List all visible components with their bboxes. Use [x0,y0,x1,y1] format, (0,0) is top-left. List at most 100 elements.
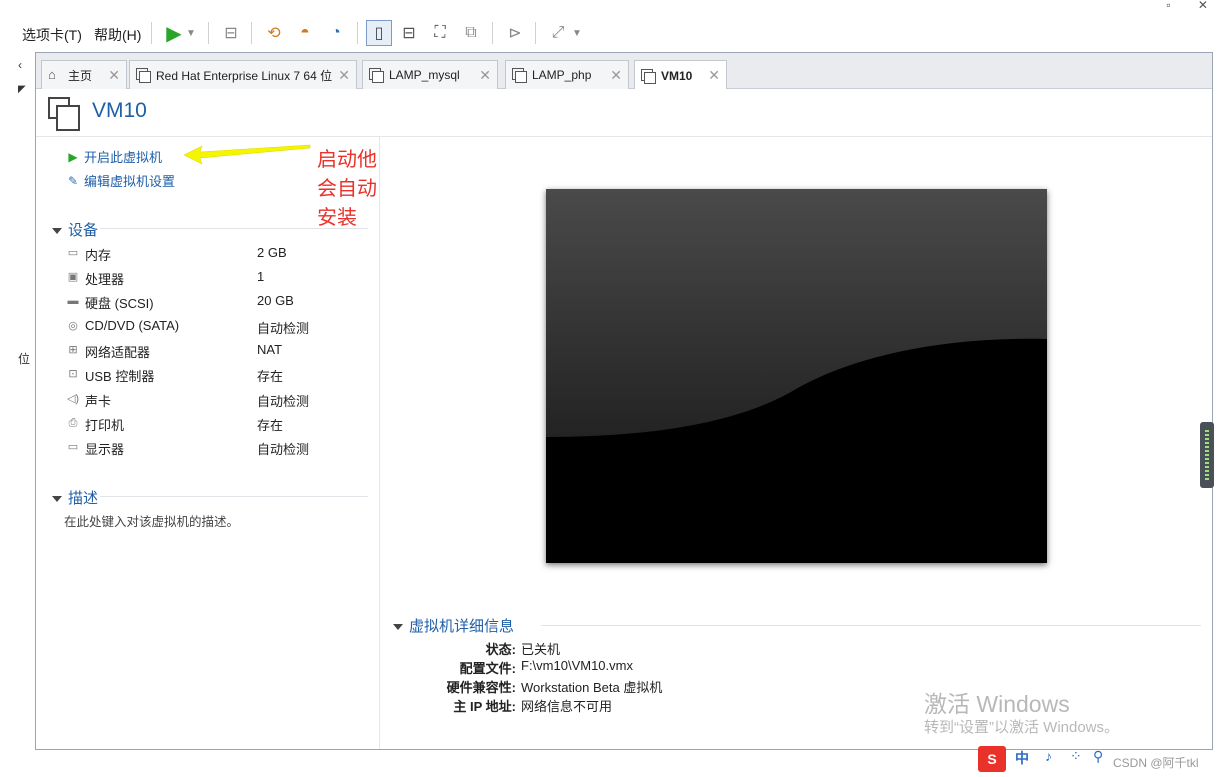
device-value: 自动检测 [257,442,310,457]
collapse-triangle-icon [52,228,62,235]
tab-lamp-php[interactable]: LAMP_php ✕ [505,60,629,89]
description-section-header[interactable]: 描述 [52,487,98,508]
ime-mode-indicator[interactable]: 中 [1015,748,1029,768]
detail-value: Workstation Beta 虚拟机 [521,680,663,695]
cdrom-icon: ◎ [68,320,78,332]
device-row-memory[interactable]: ▭ 内存 2 GB [64,244,364,264]
tab-label: VM10 [661,68,693,83]
vm-icon [641,68,656,84]
detail-row-hardware-compat: 硬件兼容性: Workstation Beta 虚拟机 [393,677,663,695]
left-pane: ▶ 开启此虚拟机 ✎ 编辑虚拟机设置 启动他会自动安装 设备 ▭ 内存 2 GB… [36,137,380,749]
console-icon[interactable]: ⊳ [502,20,528,46]
device-row-usb[interactable]: ⊡ USB 控制器 存在 [64,365,364,385]
device-row-cpu[interactable]: ▣ 处理器 1 [64,268,364,288]
microphone-icon[interactable]: ⚲ [1093,748,1103,765]
vm-details-section: 虚拟机详细信息 状态: 已关机 配置文件: F:\vm10\VM10.vmx 硬… [393,615,1203,714]
memory-icon: ▭ [67,247,79,259]
devices-section-header[interactable]: 设备 [52,219,98,240]
stretch-icon[interactable]: ⤢ [545,20,571,46]
close-icon[interactable]: ✕ [479,67,491,84]
detail-key: 硬件兼容性: [446,680,516,695]
menu-tabs[interactable]: 选项卡(T) [22,25,82,45]
left-edge-text: 位 [18,352,31,366]
snapshot-manager-icon[interactable]: ◔ [323,20,349,46]
monitor-icon: ▭ [67,441,79,453]
device-row-monitor[interactable]: ▭ 显示器 自动检测 [64,438,364,458]
home-icon: ⌂ [48,67,56,82]
device-name: 内存 [85,248,112,263]
section-divider [100,496,368,497]
toolbar-separator [535,22,536,44]
library-view-icon[interactable]: ▯ [366,20,392,46]
device-name: CD/DVD (SATA) [85,318,180,333]
device-row-cdrom[interactable]: ◎ CD/DVD (SATA) 自动检测 [64,317,364,337]
device-value: 1 [257,269,265,284]
device-value: 存在 [257,369,284,384]
toolbar-separator [208,22,209,44]
power-on-vm-link[interactable]: ▶ 开启此虚拟机 [66,147,162,166]
stretch-dropdown-chevron-icon[interactable]: ▼ [570,20,584,46]
tab-home[interactable]: ⌂ 主页 ✕ [41,60,127,89]
snapshot-icon[interactable]: ⟲ [261,20,287,46]
main-frame: ⌂ 主页 ✕ Red Hat Enterprise Linux 7 64 位 ✕… [35,52,1213,750]
menu-toolbar: 选项卡(T) 帮助(H) ▶ ▼ ⊟ ⟲ ◓ ◔ ▯ ⊟ ⛶ ⧉ ⊳ ⤢ ▼ [0,12,1230,52]
collapse-triangle-icon [393,624,403,631]
device-name: 打印机 [85,418,125,433]
device-value: 20 GB [257,293,294,308]
tab-label: 主页 [68,68,93,83]
play-icon: ▶ [68,149,78,164]
collapse-arrow-icon[interactable]: ‹ [18,58,22,72]
revert-snapshot-icon[interactable]: ◓ [292,20,318,46]
punctuation-icon[interactable]: ♪ [1045,748,1052,764]
device-row-harddisk[interactable]: ▬ 硬盘 (SCSI) 20 GB [64,292,364,312]
sound-icon: ◁) [66,393,80,405]
description-placeholder[interactable]: 在此处键入对该虚拟机的描述。 [64,511,239,530]
toolbar-separator [151,22,152,44]
device-row-sound[interactable]: ◁) 声卡 自动检测 [64,390,364,410]
device-row-network[interactable]: ⊞ 网络适配器 NAT [64,341,364,361]
edit-vm-settings-link[interactable]: ✎ 编辑虚拟机设置 [66,171,175,190]
unity-icon[interactable]: ⧉ [458,20,484,46]
device-value: NAT [257,342,283,357]
side-widget-handle[interactable] [1200,422,1214,488]
vm-running-icon [136,68,151,83]
device-row-printer[interactable]: ⎙ 打印机 存在 [64,414,364,434]
menu-help[interactable]: 帮助(H) [94,25,141,45]
network-icon: ⊞ [68,344,78,356]
device-value: 自动检测 [257,321,310,336]
send-ctrl-alt-del-icon[interactable]: ⊟ [218,20,244,46]
usb-icon: ⊡ [68,368,78,380]
play-icon: ▶ [166,22,182,45]
section-title: 虚拟机详细信息 [409,618,515,635]
detail-row-ip-address: 主 IP 地址: 网络信息不可用 [393,696,612,714]
vm-summary-page: VM10 ▶ 开启此虚拟机 ✎ 编辑虚拟机设置 启动他会自动安装 设备 ▭ 内存 [36,89,1212,749]
action-label: 编辑虚拟机设置 [84,174,176,189]
tab-label: LAMP_mysql [389,68,460,82]
annotation-text: 启动他会自动安装 [317,149,377,229]
close-icon[interactable]: ✕ [338,67,350,84]
detail-key: 状态: [485,642,516,657]
close-icon[interactable]: ✕ [108,67,120,84]
fullscreen-icon[interactable]: ⛶ [427,20,453,46]
tab-lamp-mysql[interactable]: LAMP_mysql ✕ [362,60,498,89]
toolbar-separator [251,22,252,44]
section-divider [541,625,1201,626]
detail-value: F:\vm10\VM10.vmx [521,658,633,673]
tab-redhat[interactable]: Red Hat Enterprise Linux 7 64 位 ✕ [129,60,357,89]
close-icon[interactable]: ✕ [610,67,622,84]
window-controls[interactable]: ▫ ✕ [1166,0,1220,11]
power-dropdown-chevron-icon[interactable]: ▼ [184,20,198,46]
expand-triangle-icon[interactable]: ◤ [18,84,26,95]
sogou-ime-icon[interactable]: S [978,746,1006,772]
collapse-triangle-icon [52,496,62,503]
right-pane: 虚拟机详细信息 状态: 已关机 配置文件: F:\vm10\VM10.vmx 硬… [381,137,1213,749]
emoji-icon[interactable]: ⁘ [1070,748,1082,765]
detail-row-config-file: 配置文件: F:\vm10\VM10.vmx [393,658,633,676]
thumbnail-bar-icon[interactable]: ⊟ [396,20,422,46]
device-name: 显示器 [85,442,125,457]
tab-vm10[interactable]: VM10 ✕ [634,60,727,90]
close-icon[interactable]: ✕ [708,67,720,84]
tab-label: LAMP_php [532,68,592,82]
vm-screen-thumbnail[interactable] [546,189,1047,563]
device-name: 声卡 [85,394,112,409]
